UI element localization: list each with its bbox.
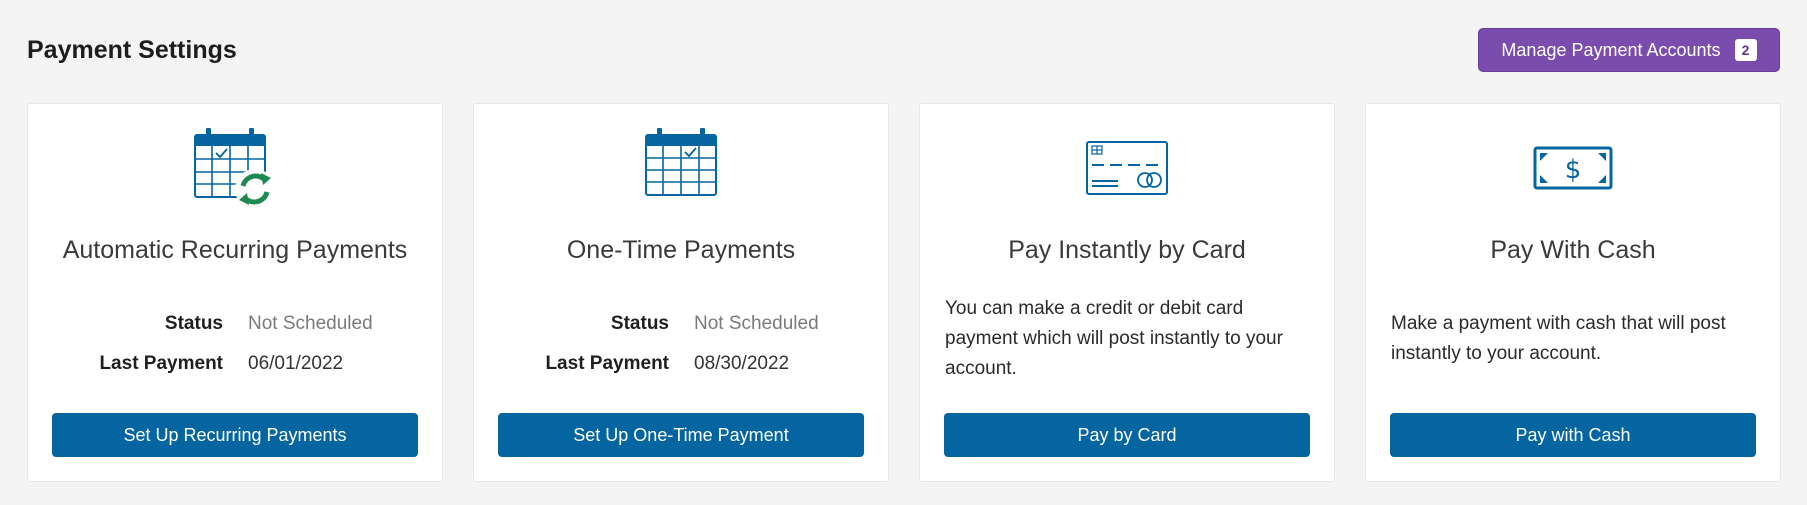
status-label: Status — [164, 313, 223, 334]
card-description: Make a payment with cash that will post … — [1391, 313, 1726, 364]
status-label: Status — [610, 313, 669, 334]
status-table: Status Not Scheduled Last Payment 08/30/… — [474, 304, 888, 384]
status-value: Not Scheduled — [694, 313, 819, 334]
manage-payment-accounts-button[interactable]: Manage Payment Accounts 2 — [1478, 28, 1780, 72]
last-payment-value: 06/01/2022 — [248, 353, 344, 374]
last-payment-label: Last Payment — [545, 353, 669, 374]
status-row: Status Not Scheduled — [474, 304, 888, 344]
svg-text:$: $ — [1565, 155, 1582, 185]
set-up-one-time-payment-button[interactable]: Set Up One-Time Payment — [498, 413, 864, 457]
payment-options: Automatic Recurring Payments Status Not … — [27, 103, 1781, 482]
last-payment-row: Last Payment 08/30/2022 — [474, 344, 888, 384]
card-description: You can make a credit or debit card paym… — [945, 298, 1283, 379]
last-payment-label: Last Payment — [99, 353, 223, 374]
pay-with-cash-button[interactable]: Pay with Cash — [1390, 413, 1756, 457]
last-payment-row: Last Payment 06/01/2022 — [28, 344, 442, 384]
card-title: Pay Instantly by Card — [1008, 236, 1246, 264]
card-title: Automatic Recurring Payments — [62, 236, 408, 264]
payment-accounts-count-badge: 2 — [1734, 39, 1757, 61]
payment-settings-page: Payment Settings Manage Payment Accounts… — [0, 0, 1807, 505]
pay-by-card-button[interactable]: Pay by Card — [944, 413, 1310, 457]
set-up-recurring-payments-button[interactable]: Set Up Recurring Payments — [52, 413, 418, 457]
one-time-payments-card: One-Time Payments Status Not Scheduled L… — [473, 103, 889, 482]
credit-card-icon — [920, 126, 1334, 216]
card-title: One-Time Payments — [566, 236, 796, 264]
page-title: Payment Settings — [27, 36, 237, 64]
calendar-icon — [474, 126, 888, 216]
card-title: Pay With Cash — [1490, 236, 1656, 264]
pay-by-card-card: Pay Instantly by Card You can make a cre… — [919, 103, 1335, 482]
status-row: Status Not Scheduled — [28, 304, 442, 344]
calendar-recurring-icon — [28, 126, 442, 216]
recurring-payments-card: Automatic Recurring Payments Status Not … — [27, 103, 443, 482]
cash-icon: $ — [1366, 126, 1780, 216]
status-value: Not Scheduled — [248, 313, 373, 334]
manage-payment-accounts-label: Manage Payment Accounts — [1501, 39, 1721, 60]
pay-with-cash-card: $ Pay With Cash Make a payment with cash… — [1365, 103, 1781, 482]
last-payment-value: 08/30/2022 — [694, 353, 790, 374]
status-table: Status Not Scheduled Last Payment 06/01/… — [28, 304, 442, 384]
